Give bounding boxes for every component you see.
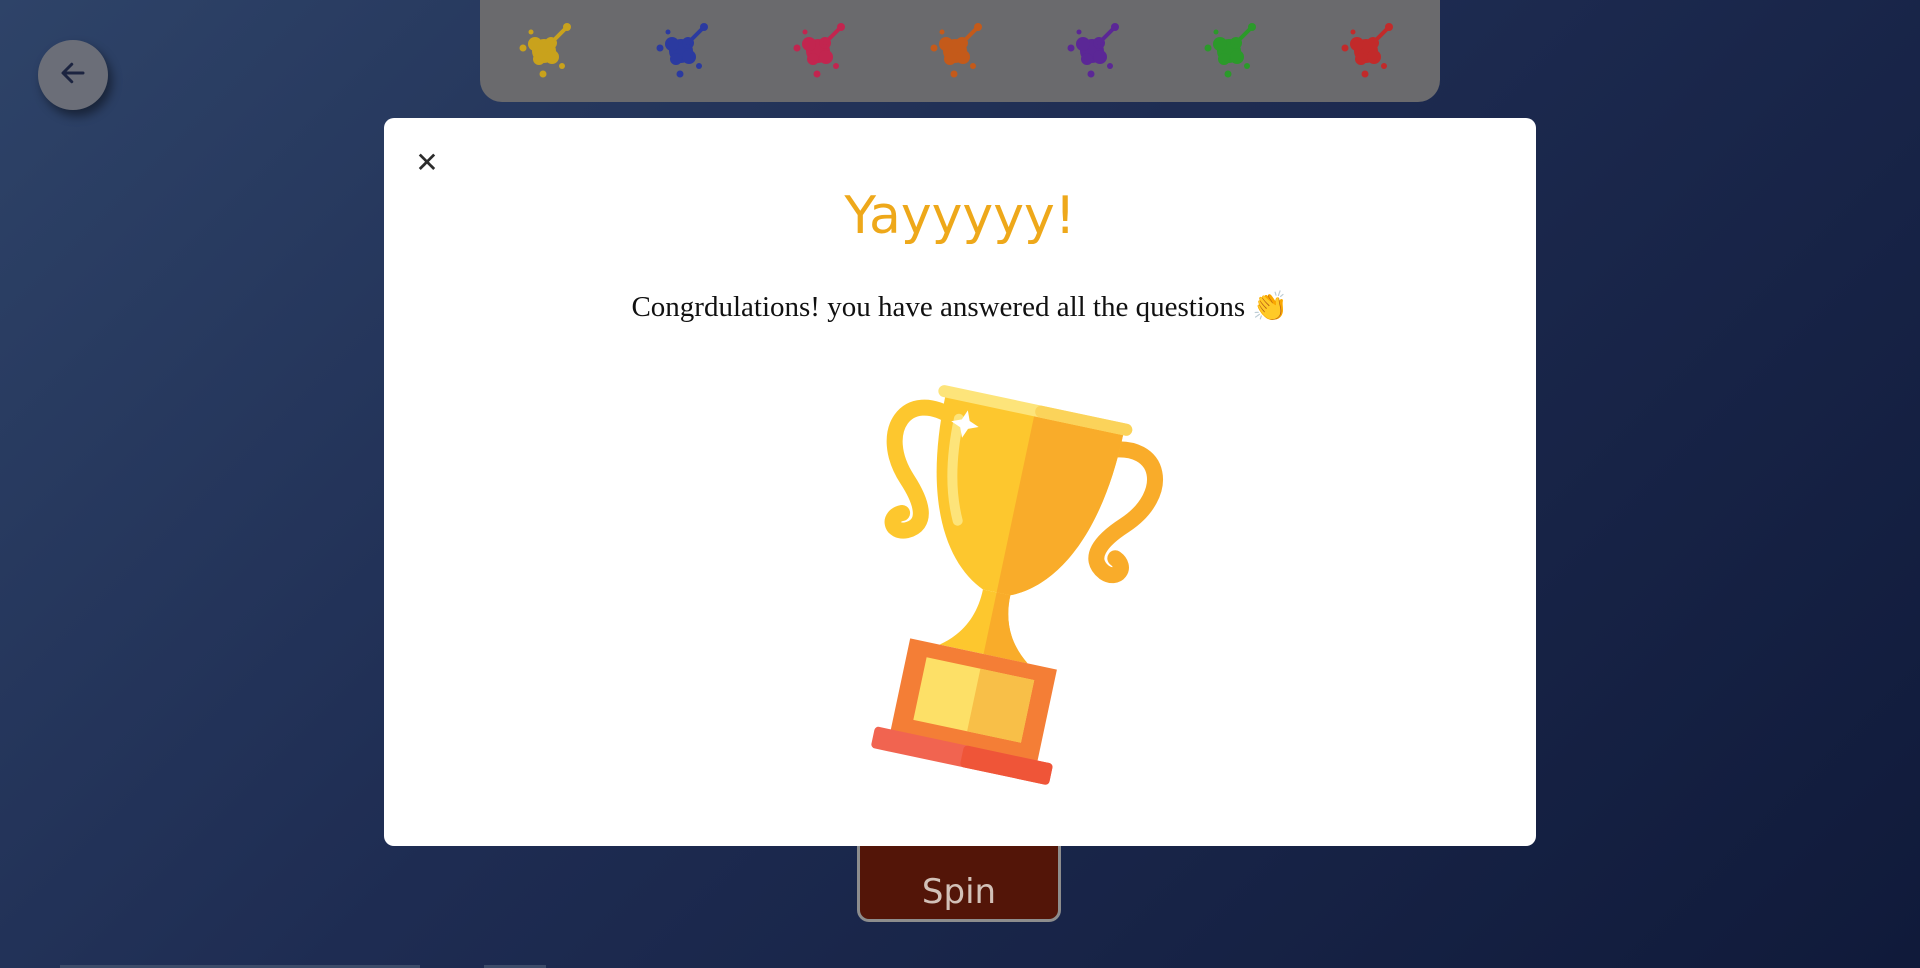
blue-splat-icon[interactable] bbox=[652, 22, 710, 80]
trophy-icon bbox=[824, 370, 1164, 822]
spin-button[interactable]: Spin bbox=[857, 840, 1061, 922]
pink-splat-icon[interactable] bbox=[789, 22, 847, 80]
yellow-splat-icon[interactable] bbox=[515, 22, 573, 80]
close-icon: ✕ bbox=[415, 145, 439, 179]
modal-title: Yayyyyy! bbox=[844, 186, 1076, 246]
back-button[interactable] bbox=[38, 40, 108, 110]
modal-message: Congrdulations! you have answered all th… bbox=[631, 291, 1289, 323]
orange-splat-icon[interactable] bbox=[926, 22, 984, 80]
spin-label: Spin bbox=[921, 871, 997, 912]
arrow-left-icon bbox=[58, 58, 88, 92]
purple-splat-icon[interactable] bbox=[1063, 22, 1121, 80]
close-button[interactable]: ✕ bbox=[409, 144, 445, 180]
green-splat-icon[interactable] bbox=[1200, 22, 1258, 80]
red-splat-icon[interactable] bbox=[1337, 22, 1395, 80]
congratulations-modal: ✕ Yayyyyy! Congrdulations! you have answ… bbox=[384, 118, 1536, 846]
color-splat-bar bbox=[480, 0, 1440, 102]
